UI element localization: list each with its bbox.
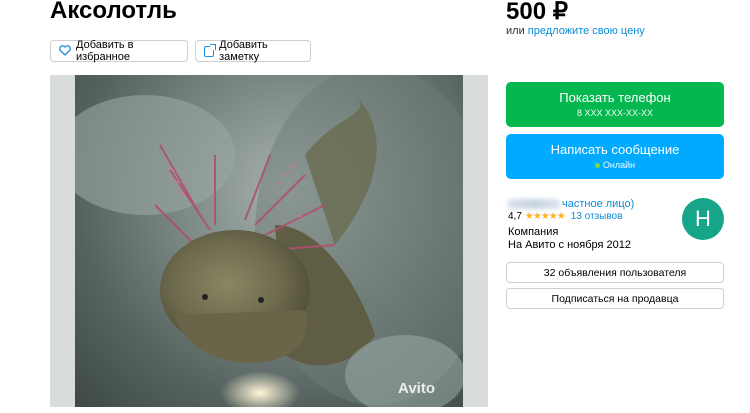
write-message-button[interactable]: Написать сообщение Онлайн — [506, 134, 724, 179]
subscribe-seller-button[interactable]: Подписаться на продавца — [506, 288, 724, 309]
listing-title: Аксолотль — [50, 0, 177, 24]
note-label: Добавить заметку — [219, 39, 268, 63]
write-message-label: Написать сообщение — [550, 142, 680, 157]
photo-gallery[interactable]: Avito — [50, 75, 488, 407]
seller-reviews-link[interactable]: 13 отзывов — [571, 211, 623, 222]
user-ads-button[interactable]: 32 объявления пользователя — [506, 262, 724, 283]
seller-rating: 4,7 — [508, 211, 522, 222]
avatar-letter: Н — [695, 206, 711, 231]
axolotl-illustration — [75, 75, 463, 407]
listing-price: 500 ₽ — [506, 0, 568, 25]
offer-price-link[interactable]: предложите свою цену — [528, 25, 645, 37]
phone-masked: 8 XXX XXX-XX-XX — [576, 108, 654, 118]
seller-avatar[interactable]: Н — [682, 198, 724, 240]
listing-photo: Avito — [75, 75, 463, 407]
seller-since: На Авито с ноября 2012 — [508, 239, 632, 251]
price-or-text: или — [506, 25, 525, 37]
avito-watermark: Avito — [398, 380, 435, 397]
seller-rating-row: 4,7 ★★★★★ 13 отзывов — [508, 211, 622, 222]
online-status-label: Онлайн — [602, 160, 636, 170]
note-icon — [204, 43, 217, 57]
rating-stars-icon: ★★★★★ — [524, 211, 566, 222]
seller-name-suffix: частное лицо) — [562, 198, 635, 210]
heart-icon — [59, 44, 71, 58]
seller-name-link[interactable]: частное лицо) — [508, 198, 634, 210]
online-status: Онлайн — [506, 160, 724, 170]
seller-name-blurred — [508, 199, 560, 210]
price-offer-row: или предложите свою цену — [506, 25, 645, 37]
add-to-favorites-button[interactable]: Добавить в избранное — [50, 39, 188, 63]
show-phone-label: Показать телефон — [559, 90, 671, 105]
seller-type: Компания — [508, 226, 559, 238]
user-ads-label: 32 объявления пользователя — [543, 266, 687, 279]
online-dot-icon — [594, 163, 600, 169]
show-phone-button[interactable]: Показать телефон 8 XXX XXX-XX-XX — [506, 82, 724, 127]
add-note-button[interactable]: Добавить заметку — [195, 39, 311, 63]
subscribe-label: Подписаться на продавца — [551, 292, 679, 305]
favorite-label: Добавить в избранное — [76, 39, 134, 63]
